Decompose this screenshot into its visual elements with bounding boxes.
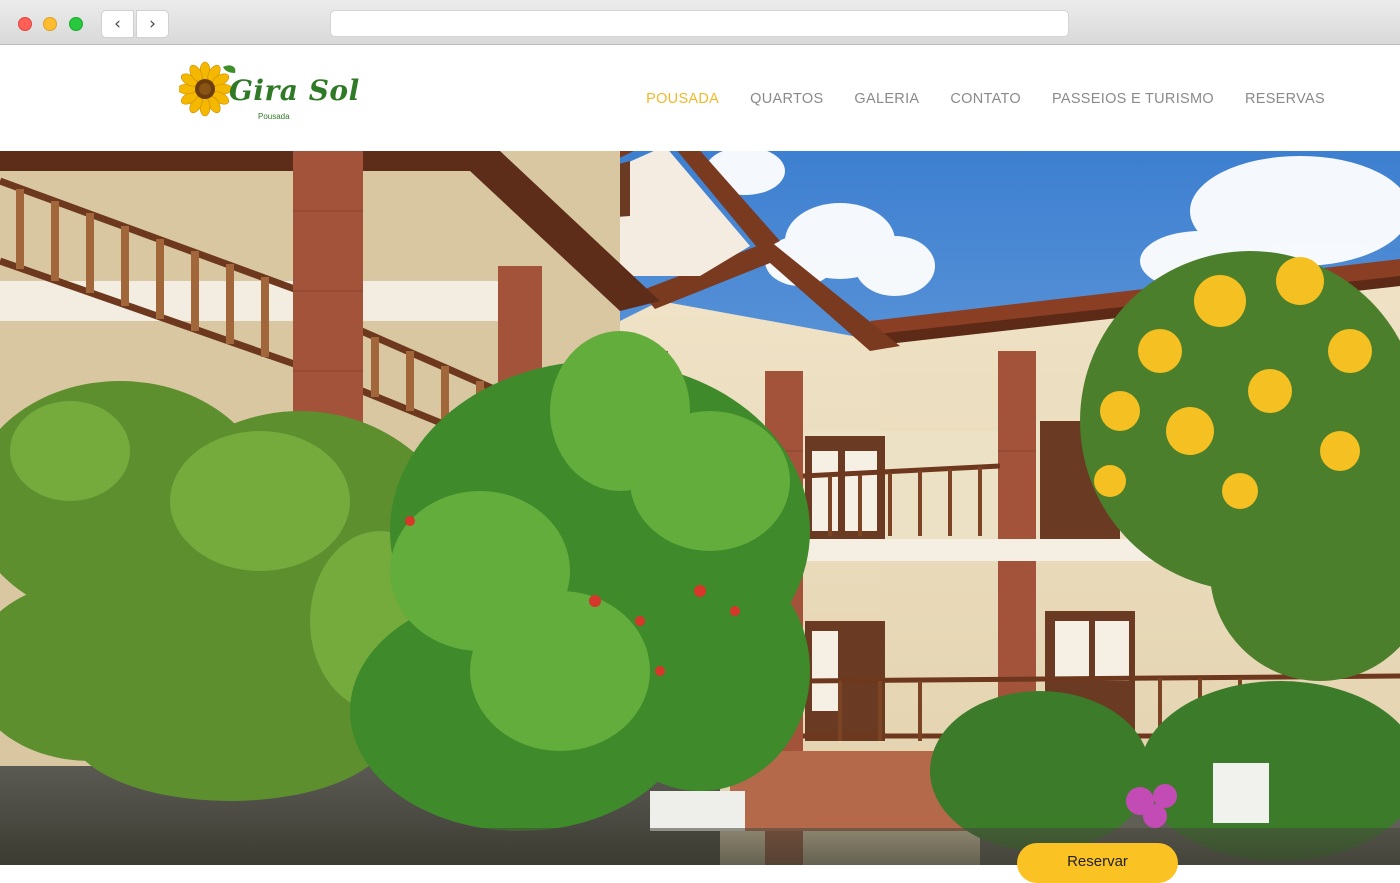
pousada-building-photo [0, 151, 1400, 865]
minimize-window-button[interactable] [43, 17, 57, 31]
site-header: Gira Sol Pousada POUSADA QUARTOS GALERIA… [0, 45, 1400, 151]
nav-item-galeria[interactable]: GALERIA [854, 91, 919, 107]
nav-item-reservas[interactable]: RESERVAS [1245, 91, 1325, 107]
logo-subtitle: Pousada [258, 112, 290, 121]
nav-item-quartos[interactable]: QUARTOS [750, 91, 823, 107]
close-window-button[interactable] [18, 17, 32, 31]
address-bar[interactable] [330, 10, 1069, 37]
hero-bottom-overlay [0, 828, 1400, 865]
chevron-right-icon: › [149, 14, 156, 34]
forward-button[interactable]: › [136, 10, 169, 38]
nav-item-contato[interactable]: CONTATO [950, 91, 1021, 107]
logo[interactable]: Gira Sol Pousada [179, 61, 359, 127]
browser-toolbar: ‹ › [0, 0, 1400, 45]
maximize-window-button[interactable] [69, 17, 83, 31]
reservar-button[interactable]: Reservar [1017, 843, 1178, 883]
chevron-left-icon: ‹ [114, 14, 121, 34]
back-button[interactable]: ‹ [101, 10, 134, 38]
nav-item-passeios-e-turismo[interactable]: PASSEIOS E TURISMO [1052, 91, 1214, 107]
hero-section [0, 151, 1400, 865]
nav-item-pousada[interactable]: POUSADA [646, 91, 719, 107]
main-nav: POUSADA QUARTOS GALERIA CONTATO PASSEIOS… [646, 91, 1325, 107]
logo-name: Gira Sol [229, 74, 360, 107]
